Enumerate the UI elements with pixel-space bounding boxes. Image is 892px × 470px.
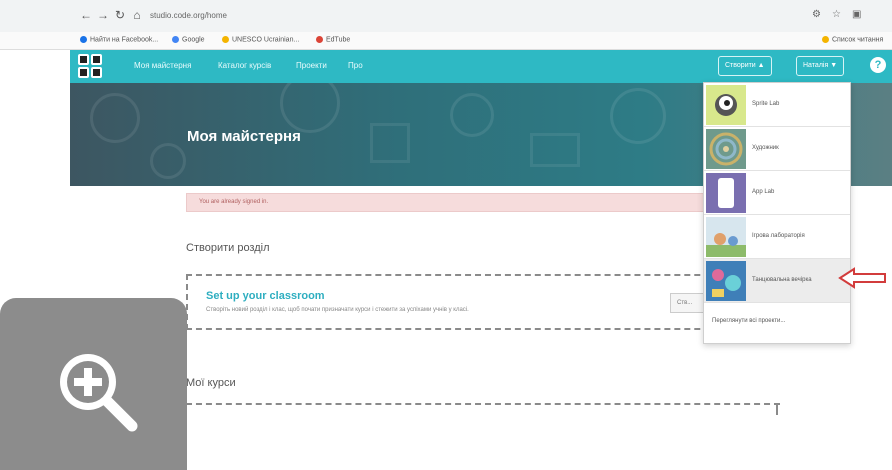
dropdown-item-artist[interactable]: Художник bbox=[704, 127, 850, 171]
dropdown-item-label: App Lab bbox=[752, 189, 775, 195]
decor-shape bbox=[610, 88, 666, 144]
nav-my-dashboard[interactable]: Моя майстерня bbox=[134, 61, 191, 70]
folder-icon bbox=[222, 36, 229, 43]
sprite-lab-thumbnail bbox=[706, 85, 746, 125]
nav-course-catalog[interactable]: Каталог курсів bbox=[218, 61, 271, 70]
dropdown-item-dance-party[interactable]: Танцювальна вечірка bbox=[704, 259, 850, 303]
my-courses-title: Мої курси bbox=[186, 377, 236, 389]
home-icon[interactable]: ⌂ bbox=[131, 9, 143, 21]
dropdown-item-label: Ігрова лабораторія bbox=[752, 233, 805, 239]
dropdown-item-label: Танцювальна вечірка bbox=[752, 277, 812, 283]
youtube-icon bbox=[316, 36, 323, 43]
artist-thumbnail bbox=[706, 129, 746, 169]
create-menu-button[interactable]: Створити ▲ bbox=[718, 56, 772, 76]
help-icon[interactable]: ? bbox=[870, 57, 886, 73]
page-title: Моя майстерня bbox=[187, 128, 301, 145]
setup-classroom-description: Створіть новий розділ і клас, щоб почати… bbox=[206, 307, 469, 313]
bookmark-item[interactable]: UNESCO Ucrainian... bbox=[222, 36, 299, 43]
facebook-icon bbox=[80, 36, 87, 43]
dropdown-item-app-lab[interactable]: App Lab bbox=[704, 171, 850, 215]
bookmark-item[interactable]: EdTube bbox=[316, 36, 350, 43]
back-icon[interactable]: ← bbox=[80, 9, 92, 21]
bookmarks-bar: Найти на Facebook... Google UNESCO Ucrai… bbox=[0, 32, 892, 50]
create-dropdown-menu: Sprite Lab Художник App Lab Ігрова лабор… bbox=[703, 82, 851, 344]
site-header: Моя майстерня Каталог курсів Проекти Про… bbox=[70, 50, 892, 83]
dropdown-item-sprite-lab[interactable]: Sprite Lab bbox=[704, 83, 850, 127]
bookmark-item[interactable]: Найти на Facebook... bbox=[80, 36, 158, 43]
decor-shape bbox=[450, 93, 494, 137]
address-bar[interactable]: studio.code.org/home bbox=[150, 10, 790, 22]
bookmark-item[interactable]: Google bbox=[172, 36, 205, 43]
nav-projects[interactable]: Проекти bbox=[296, 61, 327, 70]
signed-in-alert: You are already signed in. bbox=[186, 193, 706, 212]
dance-party-thumbnail bbox=[706, 261, 746, 301]
folder-icon bbox=[822, 36, 829, 43]
game-lab-thumbnail bbox=[706, 217, 746, 257]
my-courses-card bbox=[186, 403, 780, 423]
decor-shape bbox=[90, 93, 140, 143]
app-lab-thumbnail bbox=[706, 173, 746, 213]
create-section-title: Створити розділ bbox=[186, 242, 270, 254]
profile-icon[interactable]: ▣ bbox=[852, 9, 861, 20]
browser-toolbar: ← → ↻ ⌂ studio.code.org/home ⚙ ☆ ▣ bbox=[0, 0, 892, 32]
code-org-logo[interactable] bbox=[78, 54, 102, 78]
google-icon bbox=[172, 36, 179, 43]
dropdown-item-label: Художник bbox=[752, 145, 779, 151]
forward-icon[interactable]: → bbox=[97, 9, 109, 21]
zoom-in-icon bbox=[60, 354, 138, 432]
left-arrow-icon bbox=[838, 267, 886, 289]
reading-list[interactable]: Список читання bbox=[822, 36, 883, 43]
setup-classroom-card: Set up your classroom Створіть новий роз… bbox=[186, 274, 780, 330]
zoom-overlay[interactable] bbox=[0, 298, 187, 470]
dropdown-item-game-lab[interactable]: Ігрова лабораторія bbox=[704, 215, 850, 259]
decor-shape bbox=[280, 83, 340, 133]
user-menu-button[interactable]: Наталія ▼ bbox=[796, 56, 845, 76]
dropdown-item-label: Sprite Lab bbox=[752, 101, 780, 107]
reload-icon[interactable]: ↻ bbox=[114, 9, 126, 21]
decor-shape bbox=[530, 133, 580, 167]
view-all-projects-link[interactable]: Переглянути всі проекти... bbox=[712, 318, 785, 324]
nav-about[interactable]: Про bbox=[348, 61, 363, 70]
decor-shape bbox=[370, 123, 410, 163]
decor-shape bbox=[150, 143, 186, 179]
setup-classroom-title: Set up your classroom bbox=[206, 290, 325, 302]
star-icon[interactable]: ☆ bbox=[832, 9, 841, 20]
extensions-icon[interactable]: ⚙ bbox=[812, 9, 821, 20]
card-border bbox=[776, 403, 778, 415]
